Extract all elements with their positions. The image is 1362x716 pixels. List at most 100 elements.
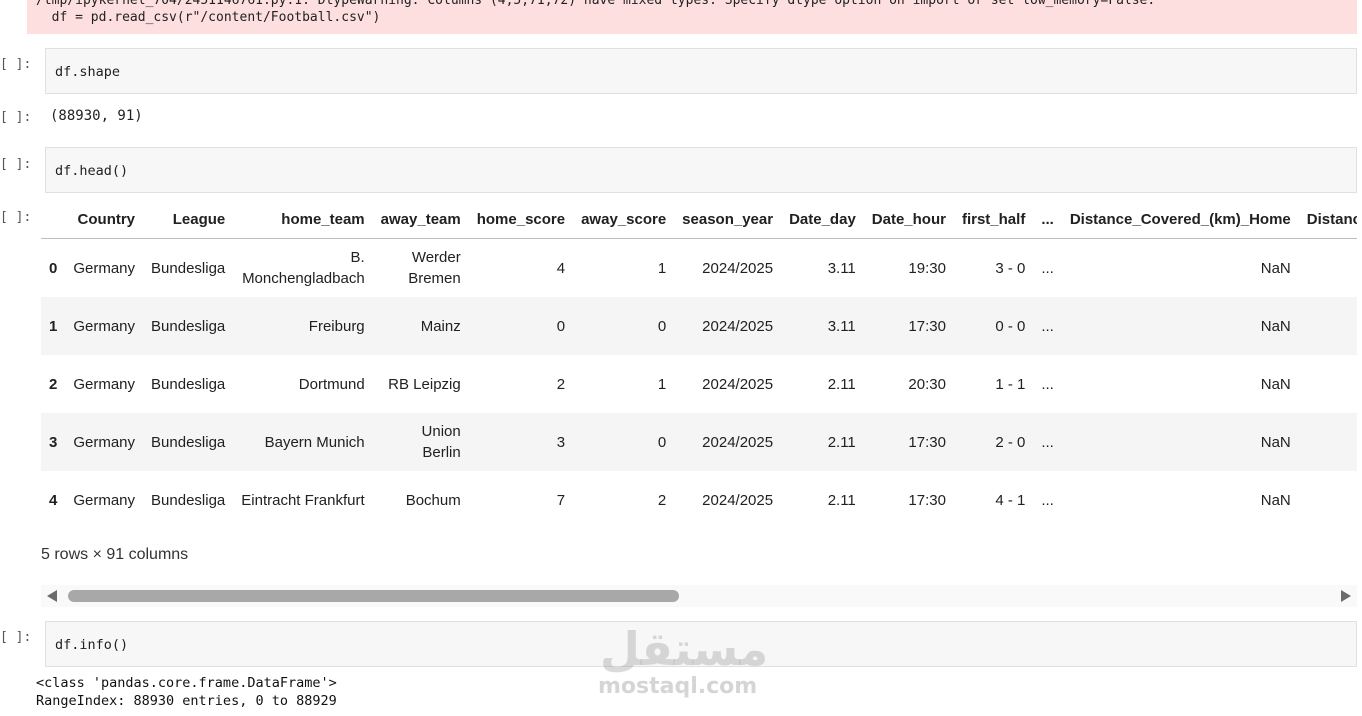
column-header: away_score	[573, 200, 675, 239]
table-cell: Bundesliga	[151, 433, 226, 451]
column-header: home_score	[468, 200, 574, 239]
table-cell: 20:30	[908, 375, 946, 393]
row-index: 4	[49, 491, 58, 509]
table-cell: Germany	[73, 491, 136, 509]
table-cell: 2	[657, 491, 667, 509]
warning-line-1: /tmp/ipykernel_704/2451146761.py:1: Dtyp…	[36, 0, 1156, 8]
table-cell: Mainz	[420, 317, 461, 335]
table-cell: 0	[657, 433, 667, 451]
table-cell: Germany	[73, 317, 136, 335]
table-cell: 17:30	[908, 491, 946, 509]
cell-prompt: [ ]:	[0, 57, 32, 72]
table-cell: 2.11	[827, 491, 856, 509]
shape-output: (88930, 91)	[50, 108, 143, 124]
table-cell: 3 - 0	[995, 259, 1026, 277]
table-cell: NaN	[1260, 259, 1291, 277]
table-cell: 17:30	[908, 433, 946, 451]
table-cell: 2 - 0	[995, 433, 1026, 451]
table-cell: Germany	[73, 259, 136, 277]
table-cell: 1 - 1	[995, 375, 1026, 393]
table-cell: 17:30	[908, 317, 946, 335]
table-cell: Germany	[73, 433, 136, 451]
table-cell: NaN	[1260, 491, 1291, 509]
code-cell-head[interactable]: df.head()	[45, 147, 1357, 193]
table-cell	[1299, 239, 1357, 298]
table-cell: Freiburg	[308, 317, 365, 335]
table-cell: NaN	[1260, 433, 1291, 451]
table-cell: 0	[556, 317, 566, 335]
row-index: 1	[49, 317, 58, 335]
dataframe-output: Country League home_team away_team home_…	[41, 200, 1357, 520]
scroll-left-arrow-icon[interactable]	[47, 590, 57, 602]
column-header: season_year	[674, 200, 782, 239]
scrollbar-thumb[interactable]	[68, 590, 679, 602]
watermark-latin: mostaql.com	[598, 674, 758, 699]
column-header: Date_day	[781, 200, 864, 239]
code-cell-shape[interactable]: df.shape	[45, 48, 1357, 94]
code-text: df.shape	[55, 64, 121, 80]
output-prompt: [ ]:	[0, 210, 32, 225]
table-row: 0 Germany Bundesliga B. Monchengladbach …	[41, 239, 1357, 298]
table-cell: NaN	[1260, 375, 1291, 393]
dataframe-table: Country League home_team away_team home_…	[41, 200, 1357, 520]
table-cell: Bayern Munich	[264, 433, 365, 451]
table-cell: 2024/2025	[702, 433, 774, 451]
code-text: df.head()	[55, 163, 129, 179]
watermark-arabic: مستقل	[600, 622, 769, 676]
output-prompt: [ ]:	[0, 110, 32, 125]
column-header: Date_hour	[863, 200, 954, 239]
column-header: away_team	[372, 200, 469, 239]
table-cell	[1299, 355, 1357, 413]
table-cell	[1299, 471, 1357, 520]
table-cell	[1299, 413, 1357, 471]
table-cell: 0 - 0	[995, 317, 1026, 335]
table-cell: ...	[1041, 433, 1054, 451]
table-cell: Eintracht Frankfurt	[241, 491, 365, 509]
table-cell: RB Leipzig	[388, 375, 461, 393]
table-cell: 7	[556, 491, 566, 509]
info-output-line-2: RangeIndex: 88930 entries, 0 to 88929	[36, 693, 337, 709]
row-index: 2	[49, 375, 58, 393]
table-cell	[1299, 297, 1357, 355]
code-text: df.info()	[55, 637, 129, 653]
table-cell: 3.11	[827, 259, 856, 277]
table-cell: 2.11	[827, 375, 856, 393]
dataframe-summary: 5 rows × 91 columns	[41, 546, 189, 563]
scroll-right-arrow-icon[interactable]	[1341, 590, 1351, 602]
table-cell: 1	[657, 375, 667, 393]
table-cell: 4	[556, 259, 566, 277]
table-cell: Germany	[73, 375, 136, 393]
table-cell: ...	[1041, 317, 1054, 335]
table-header-row: Country League home_team away_team home_…	[41, 200, 1357, 239]
info-output-line-1: <class 'pandas.core.frame.DataFrame'>	[36, 675, 337, 691]
warning-line-2: df = pd.read_csv(r"/content/Football.csv…	[36, 10, 381, 25]
table-cell: 4 - 1	[995, 491, 1026, 509]
row-index: 3	[49, 433, 58, 451]
table-cell: Bochum	[405, 491, 461, 509]
dtype-warning: /tmp/ipykernel_704/2451146761.py:1: Dtyp…	[27, 0, 1357, 34]
table-cell: 2024/2025	[702, 375, 774, 393]
table-cell: 19:30	[908, 259, 946, 277]
table-cell: Bundesliga	[151, 259, 226, 277]
horizontal-scrollbar[interactable]	[41, 585, 1357, 607]
table-cell: 2	[556, 375, 566, 393]
column-header: Distance_Covered_(km)_Home	[1061, 200, 1299, 239]
column-header: League	[143, 200, 234, 239]
column-header: first_half	[953, 200, 1034, 239]
table-cell: ...	[1041, 375, 1054, 393]
table-cell: Dortmund	[298, 375, 365, 393]
cell-prompt: [ ]:	[0, 630, 32, 645]
table-cell: NaN	[1260, 317, 1291, 335]
column-header: Distanc	[1298, 200, 1357, 239]
row-index: 0	[49, 259, 58, 277]
table-cell: 0	[657, 317, 667, 335]
table-cell: 2024/2025	[702, 491, 774, 509]
table-cell: 3	[556, 433, 566, 451]
table-row: 3 Germany Bundesliga Bayern Munich Union…	[41, 413, 1357, 471]
table-cell: 1	[657, 259, 667, 277]
table-cell: Werder Bremen	[408, 249, 461, 287]
table-cell: B. Monchengladbach	[242, 249, 365, 287]
column-header	[41, 200, 66, 239]
table-row: 1 Germany Bundesliga Freiburg Mainz 0 0 …	[41, 297, 1357, 355]
table-cell: Bundesliga	[151, 491, 226, 509]
